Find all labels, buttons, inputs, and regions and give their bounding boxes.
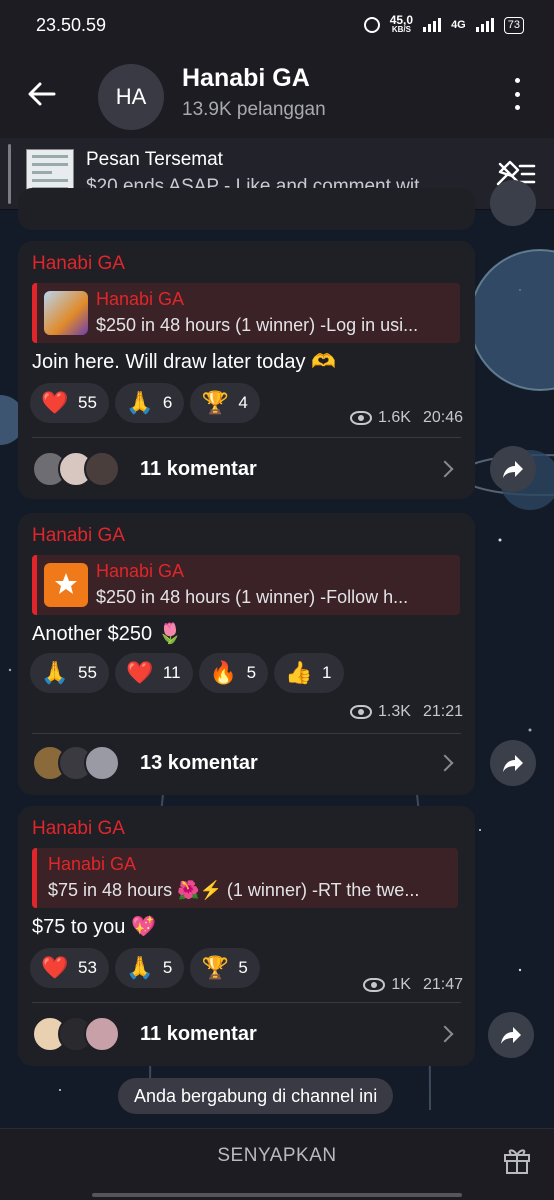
channel-title[interactable]: Hanabi GA xyxy=(182,64,310,93)
message-text: $75 to you 💖 xyxy=(32,916,156,938)
reply-author: Hanabi GA xyxy=(96,289,185,309)
channel-header: HA Hanabi GA 13.9K pelanggan xyxy=(0,50,554,138)
join-notice: Anda bergabung di channel ini xyxy=(118,1078,394,1114)
reaction-heart[interactable]: ❤️ 53 xyxy=(30,948,109,988)
eye-icon xyxy=(350,411,373,425)
reaction-heart[interactable]: ❤️ 55 xyxy=(30,383,109,423)
reply-author: Hanabi GA xyxy=(96,561,185,581)
message-author[interactable]: Hanabi GA xyxy=(32,253,125,275)
message-meta: 1K 21:47 xyxy=(363,976,463,994)
gift-icon[interactable] xyxy=(502,1145,532,1175)
chevron-right-icon xyxy=(436,1025,454,1043)
avatar xyxy=(84,1016,120,1052)
reactions-row: ❤️ 55 🙏 6 🏆 4 xyxy=(30,383,260,423)
reaction-pray[interactable]: 🙏 6 xyxy=(114,383,185,423)
eye-icon xyxy=(350,705,373,719)
pin-indicator xyxy=(8,144,11,204)
reply-text: $250 in 48 hours (1 winner) -Log in usi.… xyxy=(96,315,419,335)
comments-count: 11 komentar xyxy=(140,457,257,480)
commenter-avatars xyxy=(32,451,128,487)
alarm-icon xyxy=(363,17,380,33)
message-text: Join here. Will draw later today 🫶 xyxy=(32,351,336,373)
arrow-left-icon[interactable] xyxy=(24,76,60,112)
view-count: 1K xyxy=(391,976,411,993)
message-meta: 1.3K 21:21 xyxy=(350,703,463,721)
reply-text: $250 in 48 hours (1 winner) -Follow h... xyxy=(96,587,409,607)
signal-icon-2 xyxy=(475,18,494,32)
signal-icon xyxy=(423,18,442,32)
share-forward-icon[interactable] xyxy=(490,740,536,786)
bottom-bar: SENYAPKAN xyxy=(0,1128,554,1200)
message-time: 21:21 xyxy=(422,703,463,720)
comments-link[interactable]: 11 komentar xyxy=(32,1006,461,1062)
view-count: 1.6K xyxy=(378,409,411,426)
reply-author: Hanabi GA xyxy=(48,854,137,874)
avatar xyxy=(84,451,120,487)
battery-indicator: 73 xyxy=(503,16,524,34)
more-vertical-icon[interactable] xyxy=(512,78,522,110)
share-forward-icon[interactable] xyxy=(488,1012,534,1058)
divider xyxy=(32,733,461,734)
reply-preview[interactable]: Hanabi GA $250 in 48 hours (1 winner) -F… xyxy=(32,555,460,615)
reactions-row: 🙏 55 ❤️ 11 🔥 5 👍 1 xyxy=(30,653,344,693)
message-bubble[interactable]: Hanabi GA Hanabi GA $250 in 48 hours (1 … xyxy=(18,513,475,795)
comments-link[interactable]: 11 komentar xyxy=(32,441,461,497)
avatar xyxy=(84,745,120,781)
chevron-right-icon xyxy=(436,460,454,478)
reply-thumbnail xyxy=(44,291,88,335)
network-type: 4G xyxy=(451,19,466,31)
reaction-thumbs-up[interactable]: 👍 1 xyxy=(274,653,344,693)
divider xyxy=(32,437,461,438)
comments-count: 13 komentar xyxy=(140,751,258,774)
commenter-avatars xyxy=(32,745,128,781)
message-meta: 1.6K 20:46 xyxy=(350,409,463,427)
eye-icon xyxy=(363,978,386,992)
share-forward-icon[interactable] xyxy=(490,446,536,492)
pinned-title: Pesan Tersemat xyxy=(86,149,223,170)
reaction-fire[interactable]: 🔥 5 xyxy=(198,653,269,693)
reaction-pray[interactable]: 🙏 5 xyxy=(114,948,185,988)
message-bubble[interactable]: Hanabi GA Hanabi GA $75 in 48 hours 🌺⚡ (… xyxy=(18,806,475,1066)
reply-text: $75 in 48 hours 🌺⚡ (1 winner) -RT the tw… xyxy=(48,880,420,900)
status-icons: 45,0 KB/S 4G 73 xyxy=(363,13,524,35)
message-time: 20:46 xyxy=(422,409,463,426)
message-time: 21:47 xyxy=(422,976,463,993)
reactions-row: ❤️ 53 🙏 5 🏆 5 xyxy=(30,948,260,988)
message-text: Another $250 🌷 xyxy=(32,623,183,645)
channel-avatar[interactable]: HA xyxy=(98,64,164,130)
network-speed: 45,0 KB/S xyxy=(389,13,414,34)
commenter-avatars xyxy=(32,1016,128,1052)
clock: 23.50.59 xyxy=(36,14,107,35)
reply-preview[interactable]: Hanabi GA $75 in 48 hours 🌺⚡ (1 winner) … xyxy=(32,848,458,908)
reply-preview[interactable]: Hanabi GA $250 in 48 hours (1 winner) -L… xyxy=(32,283,460,343)
comments-link[interactable]: 13 komentar xyxy=(32,735,461,791)
mute-button[interactable]: SENYAPKAN xyxy=(0,1129,554,1183)
message-bubble-previous xyxy=(18,188,475,230)
reaction-trophy[interactable]: 🏆 4 xyxy=(190,383,260,423)
reaction-heart[interactable]: ❤️ 11 xyxy=(114,653,193,693)
status-bar: 23.50.59 45,0 KB/S 4G 73 xyxy=(0,0,554,50)
message-author[interactable]: Hanabi GA xyxy=(32,525,125,547)
home-indicator xyxy=(92,1193,462,1197)
reply-thumbnail xyxy=(44,563,88,607)
reaction-pray[interactable]: 🙏 55 xyxy=(30,653,109,693)
divider xyxy=(32,1002,461,1003)
share-forward-icon[interactable] xyxy=(490,180,536,226)
reaction-trophy[interactable]: 🏆 5 xyxy=(190,948,260,988)
message-author[interactable]: Hanabi GA xyxy=(32,818,125,840)
subscriber-count: 13.9K pelanggan xyxy=(182,99,326,120)
chevron-right-icon xyxy=(436,754,454,772)
message-bubble[interactable]: Hanabi GA Hanabi GA $250 in 48 hours (1 … xyxy=(18,241,475,499)
view-count: 1.3K xyxy=(378,703,411,720)
comments-count: 11 komentar xyxy=(140,1022,257,1045)
